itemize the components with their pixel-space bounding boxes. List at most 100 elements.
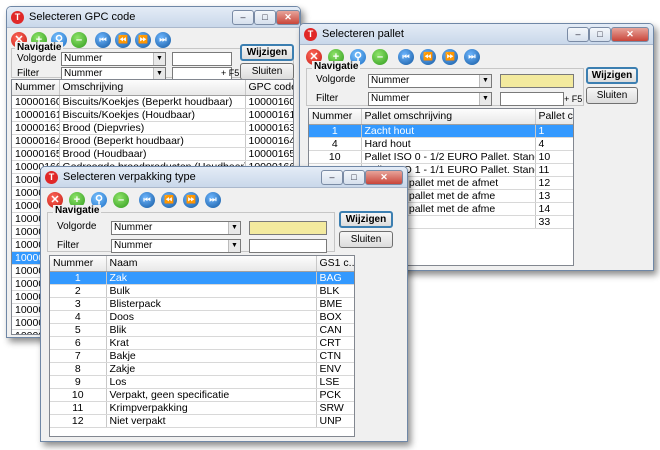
table-row[interactable]: 10000164 Brood (Beperkt houdbaar) 10000164: [12, 134, 293, 148]
f5-hint: + F5: [564, 94, 583, 104]
maximize-button[interactable]: □: [589, 27, 611, 42]
remove-icon[interactable]: –: [372, 49, 388, 65]
previous-icon[interactable]: ⏪: [161, 192, 177, 208]
table-row[interactable]: 12 Niet verpakt UNP: [50, 414, 354, 428]
chevron-down-icon[interactable]: ▼: [228, 240, 240, 252]
table-row[interactable]: 1 Zak BAG: [50, 271, 354, 285]
table-cell: Bulk: [106, 284, 317, 298]
table-row[interactable]: 10 Verpakt, geen specificatie PCK: [50, 388, 354, 402]
verpakking-table[interactable]: Nummer Naam GS1 c... 1 Zak BAG 2 Bulk BLK 3 Blist…: [49, 255, 355, 437]
table-row[interactable]: 11 Krimpverpakking SRW: [50, 401, 354, 415]
previous-icon[interactable]: ⏪: [115, 32, 131, 48]
sluiten-button[interactable]: Sluiten: [240, 63, 294, 80]
table-row[interactable]: 10000163 Brood (Diepvries) 10000163: [12, 121, 293, 135]
table-row[interactable]: 10000161 Biscuits/Koekjes (Houdbaar) 10000…: [12, 108, 293, 122]
table-row[interactable]: 10Pallet ISO 0 - 1/2 EURO Pallet. Standa…: [309, 150, 573, 164]
filter-label: Filter: [17, 68, 40, 79]
volgorde-select[interactable]: Nummer ▼: [368, 74, 492, 88]
filter-field[interactable]: [249, 239, 327, 253]
column-header[interactable]: GPC code: [245, 80, 293, 96]
column-header[interactable]: Nummer: [12, 80, 60, 96]
first-icon[interactable]: ⏮: [95, 32, 111, 48]
table-cell: 5: [50, 323, 107, 337]
column-header[interactable]: Pallet c: [535, 109, 573, 125]
column-header[interactable]: Omschrijving: [59, 80, 246, 96]
table-cell: 10000165: [12, 147, 60, 161]
volgorde-field[interactable]: [500, 74, 574, 88]
table-header: Nummer Naam GS1 c...: [50, 256, 354, 272]
filter-select[interactable]: Nummer ▼: [111, 239, 241, 253]
sluiten-button[interactable]: Sluiten: [339, 231, 393, 248]
table-row[interactable]: 9 Los LSE: [50, 375, 354, 389]
previous-icon[interactable]: ⏪: [420, 49, 436, 65]
wijzigen-button[interactable]: Wijzigen: [339, 211, 393, 228]
window-title: Selecteren verpakking type: [63, 171, 196, 183]
column-header[interactable]: Pallet omschrijving: [361, 109, 536, 125]
filter-label: Filter: [316, 93, 339, 104]
table-row[interactable]: 4 Doos BOX: [50, 310, 354, 324]
table-cell: 13: [535, 189, 573, 203]
next-icon[interactable]: ⏩: [442, 49, 458, 65]
table-row[interactable]: 3 Blisterpack BME: [50, 297, 354, 311]
table-header: Nummer Pallet omschrijving Pallet c: [309, 109, 573, 125]
table-row[interactable]: 2 Bulk BLK: [50, 284, 354, 298]
last-icon[interactable]: ⏭: [155, 32, 171, 48]
table-cell: Brood (Beperkt houdbaar): [59, 134, 246, 148]
column-header[interactable]: Nummer: [50, 256, 107, 272]
chevron-down-icon[interactable]: ▼: [153, 53, 165, 65]
table-row[interactable]: 1 Zacht hout 1: [309, 124, 573, 138]
table-cell: Blik: [106, 323, 317, 337]
maximize-button[interactable]: □: [254, 10, 276, 25]
chevron-down-icon[interactable]: ▼: [479, 75, 491, 87]
remove-icon[interactable]: –: [113, 192, 129, 208]
column-header[interactable]: Nummer: [309, 109, 362, 125]
volgorde-select[interactable]: Nummer ▼: [111, 221, 241, 235]
table-cell: 10000161: [12, 108, 60, 122]
volgorde-field[interactable]: [249, 221, 327, 235]
close-button[interactable]: ✕: [365, 170, 403, 185]
table-cell: CTN: [316, 349, 354, 363]
table-row[interactable]: 4 Hard hout 4: [309, 137, 573, 151]
table-cell: 10000164: [245, 134, 293, 148]
titlebar[interactable]: T Selecteren verpakking type – □ ✕: [41, 167, 407, 188]
remove-icon[interactable]: –: [71, 32, 87, 48]
table-cell: 11: [50, 401, 107, 415]
last-icon[interactable]: ⏭: [205, 192, 221, 208]
column-header[interactable]: Naam: [106, 256, 317, 272]
chevron-down-icon[interactable]: ▼: [479, 93, 491, 105]
close-button[interactable]: ✕: [611, 27, 649, 42]
wijzigen-button[interactable]: Wijzigen: [240, 44, 294, 61]
last-icon[interactable]: ⏭: [464, 49, 480, 65]
table-row[interactable]: 5 Blik CAN: [50, 323, 354, 337]
volgorde-field[interactable]: [172, 52, 232, 66]
f5-hint: + F5: [221, 68, 240, 78]
volgorde-select[interactable]: Nummer ▼: [61, 52, 166, 66]
sluiten-button[interactable]: Sluiten: [586, 87, 638, 104]
table-row[interactable]: 10000160 Biscuits/Koekjes (Beperkt houdba…: [12, 95, 293, 109]
maximize-button[interactable]: □: [343, 170, 365, 185]
titlebar[interactable]: T Selecteren GPC code – □ ✕: [7, 7, 300, 28]
minimize-button[interactable]: –: [567, 27, 589, 42]
next-icon[interactable]: ⏩: [135, 32, 151, 48]
app-icon: T: [11, 11, 24, 24]
close-button[interactable]: ✕: [276, 10, 300, 25]
table-cell: 10: [309, 150, 362, 164]
table-row[interactable]: 10000165 Brood (Houdbaar) 10000165: [12, 147, 293, 161]
table-cell: 11: [535, 163, 573, 177]
minimize-button[interactable]: –: [232, 10, 254, 25]
table-row[interactable]: 7 Bakje CTN: [50, 349, 354, 363]
table-row[interactable]: 6 Krat CRT: [50, 336, 354, 350]
table-row[interactable]: 8 Zakje ENV: [50, 362, 354, 376]
wijzigen-button[interactable]: Wijzigen: [586, 67, 638, 84]
filter-select[interactable]: Nummer ▼: [368, 92, 492, 106]
navigation-title: Navigatie: [312, 61, 361, 72]
titlebar[interactable]: T Selecteren pallet – □ ✕: [300, 24, 653, 45]
column-header[interactable]: GS1 c...: [316, 256, 354, 272]
first-icon[interactable]: ⏮: [398, 49, 414, 65]
chevron-down-icon[interactable]: ▼: [228, 222, 240, 234]
minimize-button[interactable]: –: [321, 170, 343, 185]
first-icon[interactable]: ⏮: [139, 192, 155, 208]
filter-field[interactable]: [500, 92, 564, 106]
next-icon[interactable]: ⏩: [183, 192, 199, 208]
app-icon: T: [304, 28, 317, 41]
